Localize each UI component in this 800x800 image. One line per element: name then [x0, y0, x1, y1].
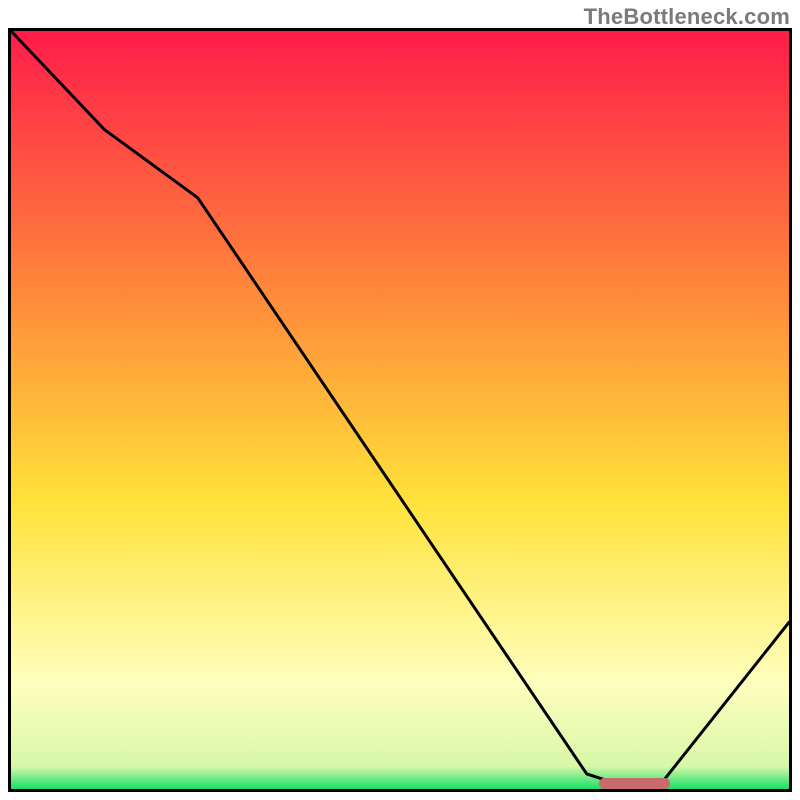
chart-container: TheBottleneck.com [0, 0, 800, 800]
plot-area [8, 28, 792, 792]
minimum-marker [599, 778, 670, 789]
watermark-text: TheBottleneck.com [584, 4, 790, 30]
line-curve [11, 31, 789, 789]
